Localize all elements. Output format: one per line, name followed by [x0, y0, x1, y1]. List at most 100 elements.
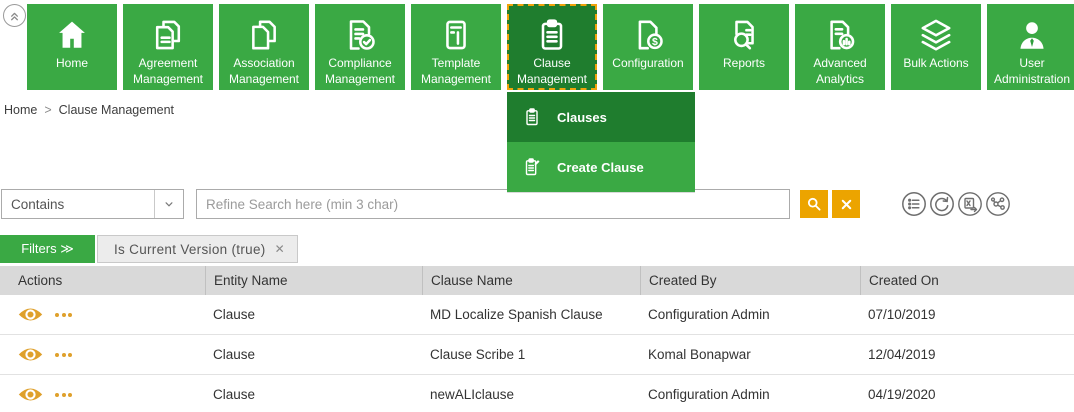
- filters-row: Filters ≫ Is Current Version (true) ✕: [0, 235, 298, 263]
- nav-tile-bulk-actions[interactable]: Bulk Actions: [891, 4, 981, 90]
- table-row[interactable]: ClauseMD Localize Spanish ClauseConfigur…: [0, 295, 1074, 335]
- view-clause-eye-icon[interactable]: [18, 346, 43, 363]
- template-icon: [438, 15, 474, 55]
- nav-tile-compliance-management[interactable]: Compliance Management: [315, 4, 405, 90]
- clauses-table: ActionsEntity NameClause NameCreated ByC…: [0, 266, 1074, 412]
- cell-created-on: 04/19/2020: [860, 375, 1074, 412]
- cell-created-on: 12/04/2019: [860, 335, 1074, 374]
- clipboard-icon: [534, 15, 570, 55]
- home-icon: [54, 15, 90, 55]
- nav-tile-label: Association Management: [221, 55, 307, 87]
- clipboard-edit-icon: [522, 157, 542, 177]
- association-pages-icon: [246, 15, 282, 55]
- cell-entity-name: Clause: [205, 375, 422, 412]
- user-icon: [1014, 15, 1050, 55]
- search-input[interactable]: [196, 189, 790, 219]
- cell-created-by: Configuration Admin: [640, 375, 860, 412]
- nav-tile-label: Reports: [721, 55, 767, 71]
- layers-icon: [918, 15, 954, 55]
- more-actions-ellipsis-icon[interactable]: [55, 353, 72, 357]
- dropdown-item-label: Create Clause: [557, 160, 644, 175]
- column-header-clause-name[interactable]: Clause Name: [422, 266, 640, 295]
- clause-management-app: Home Agreement Management Association Mana…: [0, 0, 1074, 412]
- cell-clause-name: newALIclause: [422, 375, 640, 412]
- table-header: ActionsEntity NameClause NameCreated ByC…: [0, 266, 1074, 295]
- column-header-entity-name[interactable]: Entity Name: [205, 266, 422, 295]
- cross-icon: [839, 197, 854, 212]
- search-button[interactable]: [800, 190, 828, 218]
- magnifier-icon: [805, 195, 823, 213]
- nav-tile-label: Configuration: [610, 55, 685, 71]
- breadcrumb-item-clause-management[interactable]: Clause Management: [59, 103, 174, 117]
- more-actions-ellipsis-icon[interactable]: [55, 393, 72, 397]
- nav-tile-user-administration[interactable]: User Administration: [987, 4, 1074, 90]
- clear-search-button[interactable]: [832, 190, 860, 218]
- nav-tile-clause-management[interactable]: Clause Management: [507, 4, 597, 90]
- nav-tile-label: Bulk Actions: [901, 55, 970, 71]
- nav-tile-advanced-analytics[interactable]: Advanced Analytics: [795, 4, 885, 90]
- nav-tiles: Home Agreement Management Association Mana…: [27, 4, 1074, 90]
- search-operator-value: Contains: [2, 197, 154, 212]
- nav-tile-home[interactable]: Home: [27, 4, 117, 90]
- search-row: Contains: [0, 189, 1074, 219]
- view-clause-eye-icon[interactable]: [18, 386, 43, 403]
- nav-tile-agreement-management[interactable]: Agreement Management: [123, 4, 213, 90]
- dropdown-item-create-clause[interactable]: Create Clause: [507, 142, 695, 192]
- cell-entity-name: Clause: [205, 295, 422, 334]
- dropdown-item-label: Clauses: [557, 110, 607, 125]
- row-actions-cell: [0, 335, 205, 374]
- table-body: ClauseMD Localize Spanish ClauseConfigur…: [0, 295, 1074, 412]
- nav-tile-label: Home: [54, 55, 90, 71]
- doc-chart-icon: [822, 15, 858, 55]
- filter-tag-is-current-version[interactable]: Is Current Version (true) ✕: [97, 235, 298, 263]
- collapse-nav-button[interactable]: [3, 4, 26, 27]
- export-excel-icon[interactable]: [957, 191, 983, 217]
- nav-tile-label: Template Management: [413, 55, 499, 87]
- filter-tag-label: Is Current Version (true): [114, 242, 266, 257]
- filters-button[interactable]: Filters ≫: [0, 235, 95, 263]
- chevron-double-up-icon: [6, 7, 23, 24]
- doc-dollar-icon: $: [630, 15, 666, 55]
- cell-clause-name: Clause Scribe 1: [422, 335, 640, 374]
- row-actions-cell: [0, 295, 205, 334]
- share-network-icon[interactable]: [985, 191, 1011, 217]
- more-actions-ellipsis-icon[interactable]: [55, 313, 72, 317]
- cell-created-on: 07/10/2019: [860, 295, 1074, 334]
- nav-tile-reports[interactable]: Reports: [699, 4, 789, 90]
- column-header-created-on[interactable]: Created On: [860, 266, 1074, 295]
- clause-management-dropdown: Clauses Create Clause: [507, 92, 695, 193]
- view-clause-eye-icon[interactable]: [18, 306, 43, 323]
- breadcrumb-item-home[interactable]: Home: [4, 103, 37, 117]
- svg-text:$: $: [652, 36, 658, 48]
- breadcrumb-separator: >: [44, 103, 51, 117]
- nav-tile-label: Clause Management: [509, 55, 595, 87]
- nav-tile-configuration[interactable]: $ Configuration: [603, 4, 693, 90]
- remove-filter-icon[interactable]: ✕: [275, 243, 285, 255]
- list-view-icon[interactable]: [901, 191, 927, 217]
- nav-tile-label: Agreement Management: [125, 55, 211, 87]
- table-row[interactable]: ClausenewALIclauseConfiguration Admin04/…: [0, 375, 1074, 412]
- column-header-created-by[interactable]: Created By: [640, 266, 860, 295]
- nav-tile-label: Advanced Analytics: [797, 55, 883, 87]
- nav-tile-association-management[interactable]: Association Management: [219, 4, 309, 90]
- doc-check-icon: [342, 15, 378, 55]
- cell-clause-name: MD Localize Spanish Clause: [422, 295, 640, 334]
- search-operator-select[interactable]: Contains: [1, 189, 184, 219]
- column-header-actions[interactable]: Actions: [0, 266, 205, 295]
- doc-search-icon: [726, 15, 762, 55]
- cell-entity-name: Clause: [205, 335, 422, 374]
- nav-tile-label: Compliance Management: [317, 55, 403, 87]
- agreement-docs-icon: [150, 15, 186, 55]
- breadcrumb: Home > Clause Management: [4, 103, 174, 117]
- row-actions-cell: [0, 375, 205, 412]
- nav-tile-template-management[interactable]: Template Management: [411, 4, 501, 90]
- chevron-down-icon: [154, 190, 183, 218]
- clipboard-icon: [522, 107, 542, 127]
- nav-tile-label: User Administration: [989, 55, 1074, 87]
- refresh-icon[interactable]: [929, 191, 955, 217]
- toolbar-icons: [901, 191, 1011, 217]
- cell-created-by: Komal Bonapwar: [640, 335, 860, 374]
- table-row[interactable]: ClauseClause Scribe 1Komal Bonapwar12/04…: [0, 335, 1074, 375]
- cell-created-by: Configuration Admin: [640, 295, 860, 334]
- dropdown-item-clauses[interactable]: Clauses: [507, 92, 695, 142]
